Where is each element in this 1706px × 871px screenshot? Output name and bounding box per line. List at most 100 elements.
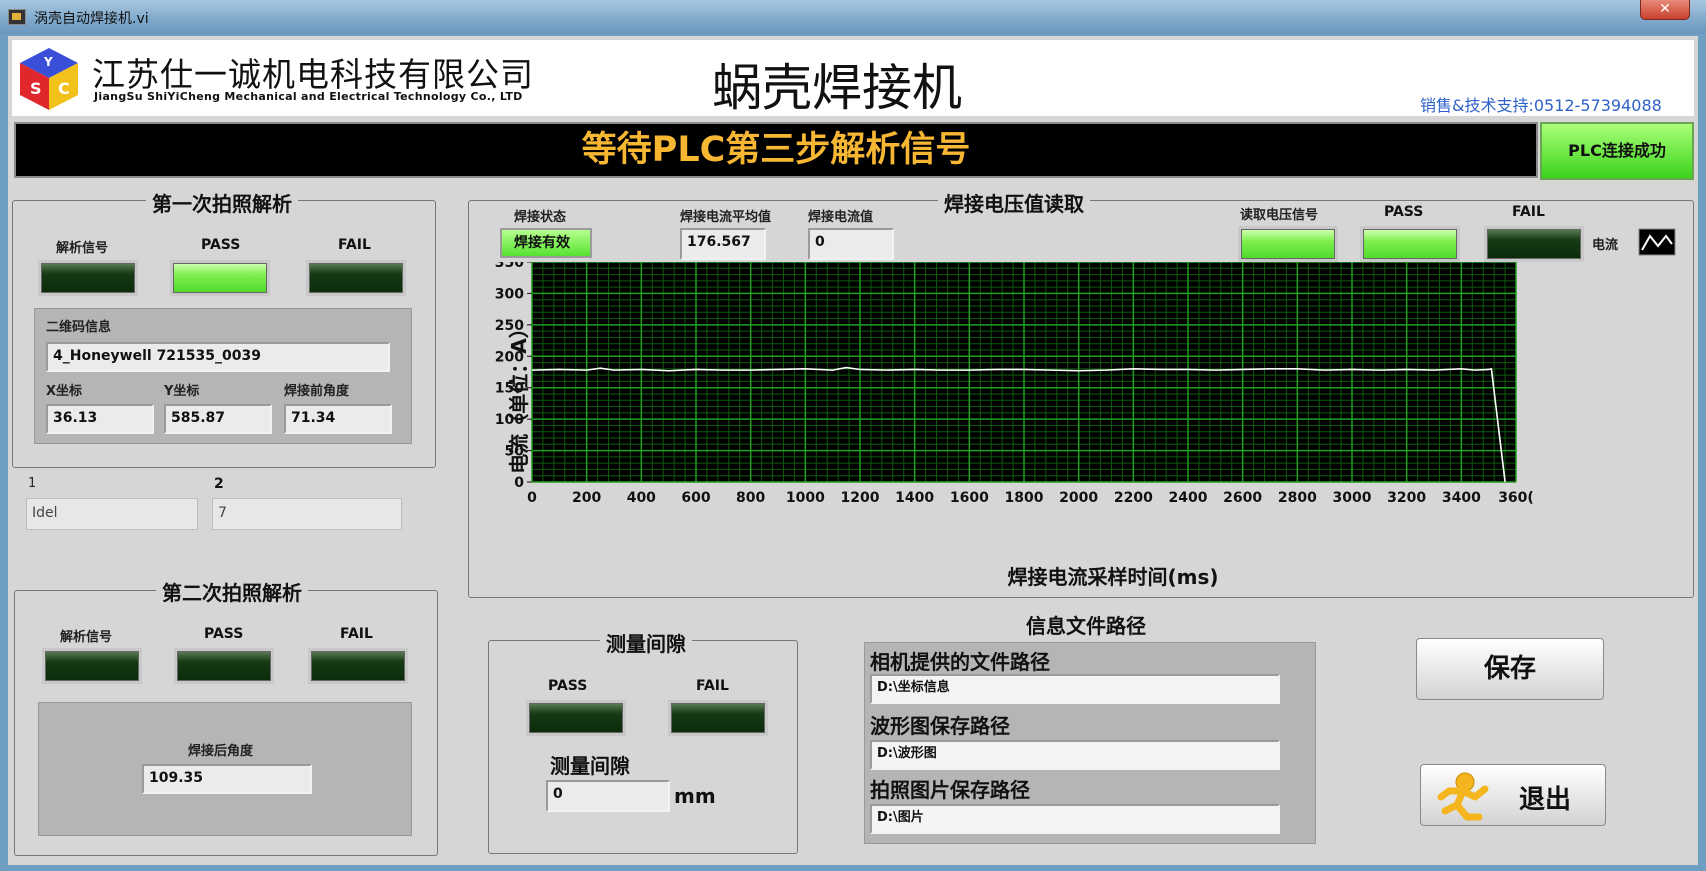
gap-pass-label: PASS: [548, 678, 588, 694]
exit-button-label: 退出: [1519, 785, 1572, 815]
x-tick-label: 1800: [1005, 490, 1044, 506]
x-tick-label: 2600: [1223, 490, 1262, 506]
weld-status-label: 焊接状态: [514, 210, 567, 225]
company-logo-icon: S Y C: [20, 48, 78, 110]
camera-path-field[interactable]: D:\坐标信息: [870, 674, 1280, 704]
y-tick-label: 300: [495, 286, 524, 302]
indicator-2-label: 2: [214, 476, 224, 492]
second-fail-led: [308, 648, 408, 684]
y-tick-label: 0: [514, 475, 524, 491]
x-tick-label: 1600: [950, 490, 989, 506]
indicator-1-field[interactable]: Idel: [26, 498, 198, 530]
x-tick-label: 200: [572, 490, 601, 506]
x-coord-field[interactable]: 36.13: [46, 404, 154, 434]
machine-title: 蜗壳焊接机: [712, 59, 962, 117]
status-message: 等待PLC第三步解析信号: [581, 130, 971, 170]
first-signal-label: 解析信号: [56, 241, 109, 256]
weld-fail-label: FAIL: [1512, 204, 1545, 220]
gap-value-field[interactable]: 0: [546, 780, 670, 812]
plc-connection-indicator: PLC连接成功: [1540, 122, 1694, 180]
x-tick-label: 3000: [1333, 490, 1372, 506]
running-man-icon: [1437, 772, 1489, 821]
gap-group: [488, 640, 798, 854]
photo-path-field[interactable]: D:\图片: [870, 804, 1280, 834]
y-tick-label: 350: [495, 262, 524, 271]
x-axis-label: 焊接电流采样时间(ms): [1007, 565, 1218, 589]
first-fail-led: [306, 260, 406, 296]
x-tick-label: 2200: [1114, 490, 1153, 506]
legend-line-icon[interactable]: [1638, 228, 1676, 256]
gap-title: 测量间隙: [600, 628, 692, 657]
x-coord-label: X坐标: [46, 384, 83, 399]
second-photo-title: 第二次拍照解析: [156, 577, 308, 606]
gap-fail-label: FAIL: [696, 678, 729, 694]
x-tick-label: 1200: [841, 490, 880, 506]
gap-value-label: 测量间隙: [550, 754, 630, 778]
first-signal-led: [38, 260, 138, 296]
weld-current-chart[interactable]: 0 200 400 600 800 1000 1200 1400 1600 1800 2000 220…: [470, 262, 1692, 596]
x-tick-label: 3400: [1442, 490, 1481, 506]
gap-unit: mm: [674, 784, 716, 808]
indicator-2-field[interactable]: 7: [212, 498, 402, 530]
first-photo-title: 第一次拍照解析: [146, 188, 298, 217]
logo-letter-y: Y: [43, 55, 53, 69]
pre-weld-angle-label: 焊接前角度: [284, 384, 350, 399]
y-coord-label: Y坐标: [164, 384, 200, 399]
close-button[interactable]: ✕: [1640, 0, 1690, 20]
exit-button[interactable]: 退出: [1420, 764, 1606, 826]
second-signal-led: [42, 648, 142, 684]
paths-title: 信息文件路径: [1026, 614, 1146, 638]
x-tick-label: 3200: [1387, 490, 1426, 506]
x-tick-label: 0: [527, 490, 537, 506]
x-tick-label: 2400: [1169, 490, 1208, 506]
qr-value-field[interactable]: 4_Honeywell 721535_0039: [46, 342, 390, 372]
weld-pass-led: [1360, 226, 1460, 262]
indicator-1-label: 1: [28, 476, 37, 491]
camera-path-label: 相机提供的文件路径: [870, 650, 1050, 674]
y-axis-label: 电流（单位：A）: [507, 318, 531, 473]
logo-letter-s: S: [30, 79, 42, 98]
weld-voltage-title: 焊接电压值读取: [938, 188, 1090, 217]
read-voltage-label: 读取电压信号: [1240, 208, 1319, 223]
save-button[interactable]: 保存: [1416, 638, 1604, 700]
first-pass-led: [170, 260, 270, 296]
window-title: 涡壳自动焊接机.vi: [34, 11, 149, 27]
gap-fail-led: [668, 700, 768, 736]
current-value-label: 焊接电流值: [808, 210, 874, 225]
x-tick-label: 400: [627, 490, 656, 506]
pre-weld-angle-field[interactable]: 71.34: [284, 404, 392, 434]
wave-path-label: 波形图保存路径: [870, 714, 1010, 738]
company-name-en: JiangSu ShiYiCheng Mechanical and Electr…: [94, 90, 523, 103]
weld-status-indicator: 焊接有效: [500, 228, 592, 258]
legend-current-label: 电流: [1592, 238, 1619, 253]
weld-pass-label: PASS: [1384, 204, 1424, 220]
x-tick-label: 2800: [1278, 490, 1317, 506]
post-weld-angle-field[interactable]: 109.35: [142, 764, 312, 794]
x-tick-label: 1000: [786, 490, 825, 506]
second-pass-led: [174, 648, 274, 684]
weld-fail-led: [1484, 226, 1584, 262]
second-fail-label: FAIL: [340, 626, 373, 642]
first-fail-label: FAIL: [338, 237, 371, 253]
gap-pass-led: [526, 700, 626, 736]
x-tick-label: 2000: [1059, 490, 1098, 506]
avg-current-label: 焊接电流平均值: [680, 210, 772, 225]
x-tick-label: 600: [681, 490, 710, 506]
window-titlebar[interactable]: [0, 0, 1706, 34]
avg-current-field[interactable]: 176.567: [680, 228, 766, 260]
post-weld-angle-label: 焊接后角度: [188, 744, 254, 759]
second-pass-label: PASS: [204, 626, 244, 642]
qr-label: 二维码信息: [46, 320, 112, 335]
read-voltage-led: [1238, 226, 1338, 262]
y-coord-field[interactable]: 585.87: [164, 404, 272, 434]
x-tick-label: 800: [736, 490, 765, 506]
labview-vi-icon: [8, 9, 26, 25]
company-name-cn: 江苏仕一诚机电科技有限公司: [92, 55, 534, 94]
wave-path-field[interactable]: D:\波形图: [870, 740, 1280, 770]
photo-path-label: 拍照图片保存路径: [870, 778, 1030, 802]
x-tick-label: 360(: [1498, 490, 1534, 506]
current-value-field[interactable]: 0: [808, 228, 894, 260]
second-signal-label: 解析信号: [60, 630, 113, 645]
x-tick-label: 1400: [895, 490, 934, 506]
first-pass-label: PASS: [201, 237, 241, 253]
